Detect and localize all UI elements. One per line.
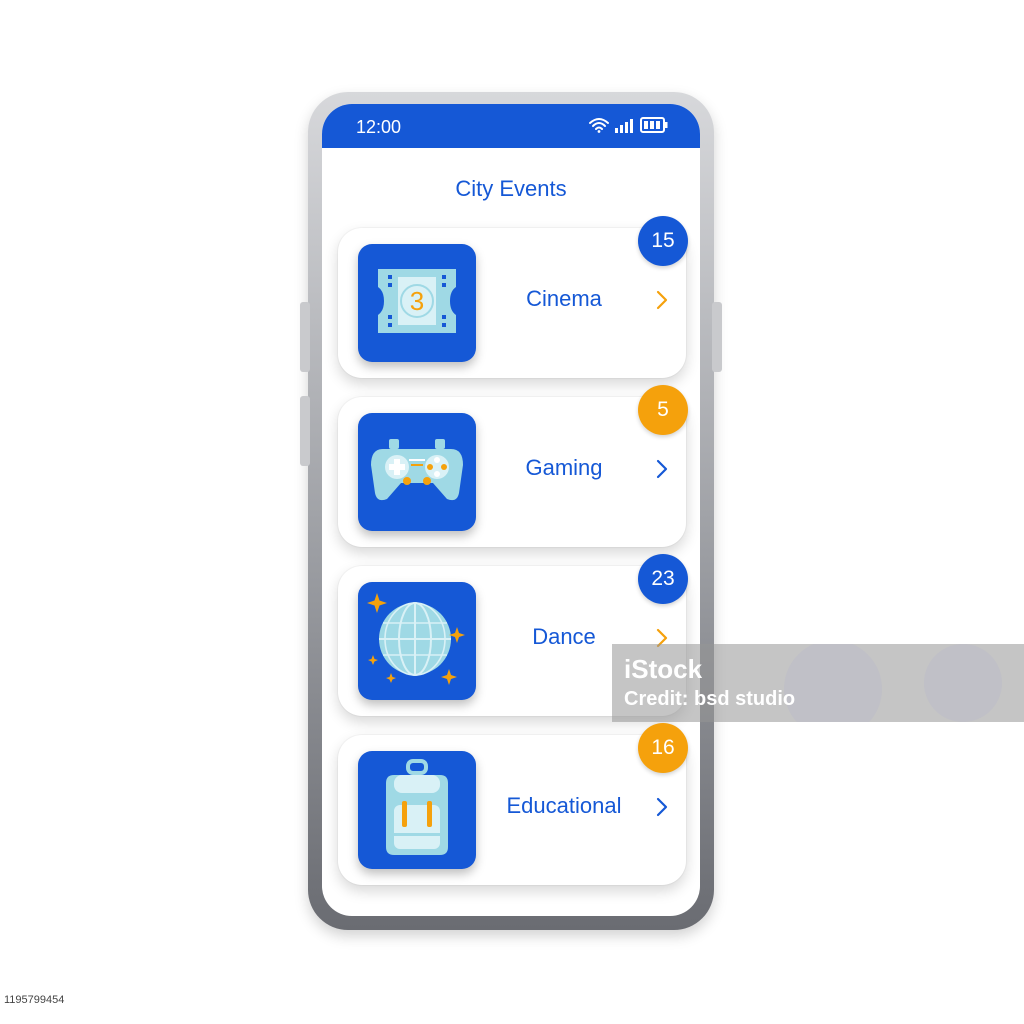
chevron-right-icon xyxy=(656,290,668,314)
category-card-gaming[interactable]: Gaming 5 xyxy=(338,385,688,547)
disco-ball-icon xyxy=(365,587,469,695)
card-icon-tile: 3 xyxy=(358,244,476,362)
category-label: Cinema xyxy=(526,286,602,311)
wifi-icon xyxy=(588,117,610,137)
status-bar: 12:00 xyxy=(322,104,700,148)
watermark-brand: iStock xyxy=(624,654,703,684)
watermark-credit: Credit: bsd studio xyxy=(624,688,796,710)
card-icon-tile xyxy=(358,751,476,869)
power-button xyxy=(712,302,722,372)
count-badge: 15 xyxy=(638,216,688,266)
page-title: City Events xyxy=(455,176,567,201)
phone-screen: 12:00 City Events 3 Cinema 15 Gaming 5 D… xyxy=(322,104,700,916)
category-label: Educational xyxy=(506,793,622,818)
chevron-right-icon xyxy=(656,459,668,483)
stock-watermark: iStock Credit: bsd studio xyxy=(612,644,1024,722)
count-badge: 16 xyxy=(638,723,688,773)
gamepad-icon xyxy=(369,435,465,509)
svg-text:3: 3 xyxy=(410,286,424,316)
battery-icon xyxy=(640,117,668,137)
category-card-educational[interactable]: Educational 16 xyxy=(338,723,688,885)
film-ticket-icon: 3 xyxy=(372,265,462,341)
category-card-cinema[interactable]: 3 Cinema 15 xyxy=(338,216,688,378)
volume-down-button xyxy=(300,396,310,466)
status-icons xyxy=(588,117,668,137)
backpack-icon xyxy=(382,759,452,861)
signal-icon xyxy=(614,117,636,137)
card-icon-tile xyxy=(358,582,476,700)
category-label: Gaming xyxy=(525,455,603,480)
watermark-decoration xyxy=(924,644,1002,722)
volume-up-button xyxy=(300,302,310,372)
count-badge: 5 xyxy=(638,385,688,435)
card-icon-tile xyxy=(358,413,476,531)
count-badge: 23 xyxy=(638,554,688,604)
status-time: 12:00 xyxy=(356,117,402,137)
watermark-decoration xyxy=(784,644,882,722)
chevron-right-icon xyxy=(656,797,668,821)
image-id: 1195799454 xyxy=(4,994,65,1006)
